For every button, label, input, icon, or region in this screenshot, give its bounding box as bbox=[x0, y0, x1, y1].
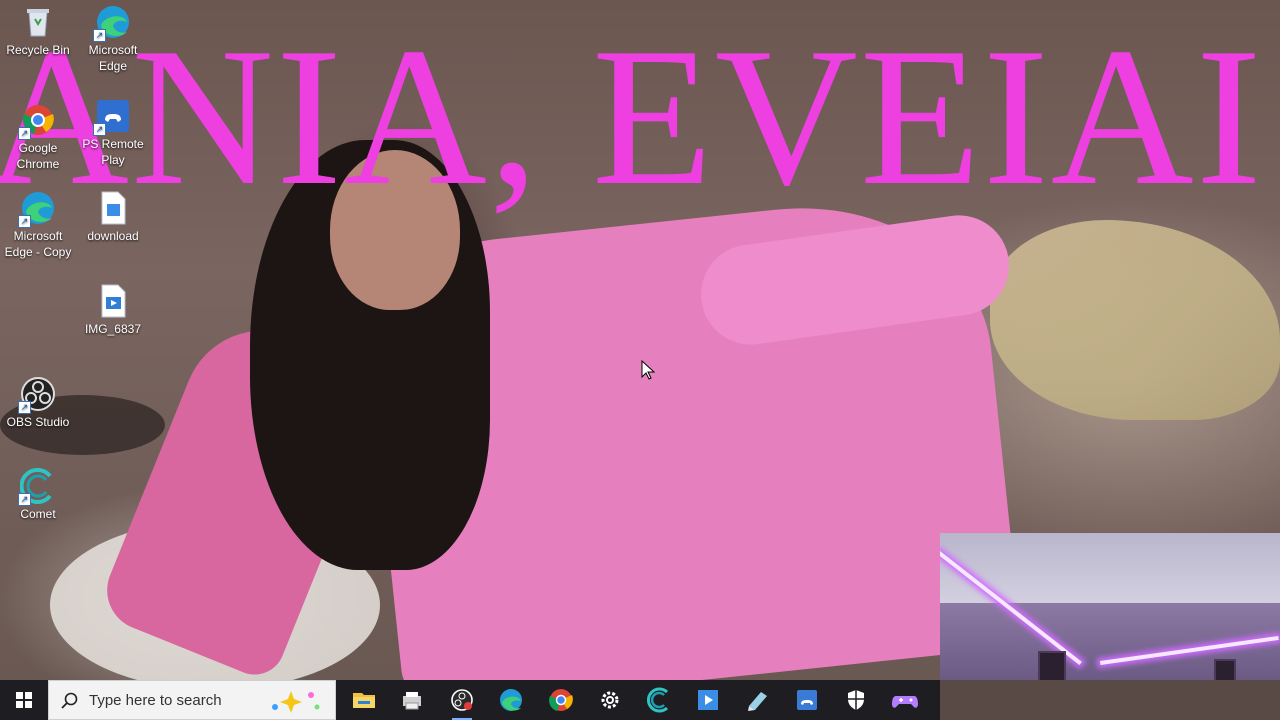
taskbar-edge[interactable] bbox=[491, 684, 531, 716]
desktop-icon-microsoft-edge[interactable]: ↗ Microsoft Edge bbox=[75, 4, 151, 74]
image-file-icon bbox=[95, 190, 131, 226]
webcam-ceiling bbox=[940, 533, 1280, 613]
taskbar-game-controller[interactable] bbox=[885, 684, 925, 716]
desktop-icon-microsoft-edge-copy[interactable]: ↗ Microsoft Edge - Copy bbox=[0, 190, 76, 260]
taskbar-comet[interactable] bbox=[639, 684, 679, 716]
desktop-icon-download[interactable]: download bbox=[75, 190, 151, 244]
desktop-icon-label: PS Remote Play bbox=[82, 137, 144, 167]
start-button[interactable] bbox=[0, 680, 48, 720]
wallpaper-heel bbox=[990, 220, 1280, 420]
chrome-icon bbox=[549, 689, 573, 711]
media-player-icon bbox=[698, 690, 718, 710]
desktop-icon-label: Google Chrome bbox=[16, 141, 60, 171]
windows-logo-icon bbox=[16, 692, 32, 708]
ps-remote-play-icon bbox=[797, 690, 817, 710]
game-controller-icon bbox=[892, 696, 918, 708]
comet-icon: ↗ bbox=[18, 468, 56, 506]
taskbar-search-box[interactable]: Type here to search bbox=[48, 680, 336, 720]
desktop-icon-label: download bbox=[87, 229, 139, 243]
security-shield-icon bbox=[848, 690, 864, 710]
desktop-icon-label: Comet bbox=[20, 507, 56, 521]
taskbar: Type here to search bbox=[0, 680, 940, 720]
desktop-icon-ps-remote-play[interactable]: ↗ PS Remote Play bbox=[75, 98, 151, 168]
taskbar-notepad[interactable] bbox=[737, 684, 777, 716]
desktop-icon-obs-studio[interactable]: ↗ OBS Studio bbox=[0, 376, 76, 430]
search-highlight-sparkle-icon bbox=[272, 691, 320, 713]
taskbar-file-explorer[interactable] bbox=[344, 684, 384, 716]
taskbar-chrome[interactable] bbox=[541, 684, 581, 716]
desktop-icon-img-6837[interactable]: IMG_6837 bbox=[75, 283, 151, 337]
desktop-icon-label: Recycle Bin bbox=[6, 43, 70, 57]
obs-icon: ↗ bbox=[18, 376, 56, 414]
taskbar-media-player[interactable] bbox=[688, 684, 728, 716]
search-placeholder: Type here to search bbox=[89, 692, 222, 709]
taskbar-obs-recording[interactable] bbox=[442, 684, 482, 720]
chrome-icon: ↗ bbox=[18, 102, 56, 140]
printer-icon bbox=[403, 692, 421, 710]
edge-icon: ↗ bbox=[93, 4, 131, 42]
desktop-icon-recycle-bin[interactable]: Recycle Bin bbox=[0, 4, 76, 58]
taskbar-printer[interactable] bbox=[392, 684, 432, 716]
ps-remote-play-icon: ↗ bbox=[93, 98, 131, 136]
edge-icon bbox=[500, 689, 522, 711]
webcam-overlay bbox=[940, 533, 1280, 680]
settings-gear-icon bbox=[601, 691, 619, 709]
desktop-icon-label: IMG_6837 bbox=[84, 322, 142, 336]
desktop-icon-comet[interactable]: ↗ Comet bbox=[0, 468, 76, 522]
notepad-icon bbox=[748, 692, 767, 711]
video-file-icon bbox=[95, 283, 131, 319]
mouse-cursor-icon bbox=[641, 360, 655, 380]
search-icon bbox=[61, 692, 78, 709]
desktop-icon-label: Microsoft Edge bbox=[88, 43, 138, 73]
overlay-title-text: ANIA, EVEIAI bbox=[0, 7, 1264, 226]
recycle-bin-icon bbox=[20, 4, 56, 40]
comet-icon bbox=[647, 687, 669, 713]
file-explorer-icon bbox=[353, 693, 375, 708]
desktop-icon-label: OBS Studio bbox=[6, 415, 70, 429]
webcam-wall-frame bbox=[1038, 651, 1066, 680]
taskbar-ps-remote-play[interactable] bbox=[787, 684, 827, 716]
webcam-wall-frame bbox=[1214, 659, 1236, 680]
desktop-icon-label: Microsoft Edge - Copy bbox=[4, 229, 72, 259]
desktop-icon-google-chrome[interactable]: ↗ Google Chrome bbox=[0, 102, 76, 172]
taskbar-security[interactable] bbox=[836, 684, 876, 716]
edge-icon: ↗ bbox=[18, 190, 56, 228]
taskbar-settings[interactable] bbox=[590, 684, 630, 716]
obs-recording-icon bbox=[451, 689, 473, 711]
